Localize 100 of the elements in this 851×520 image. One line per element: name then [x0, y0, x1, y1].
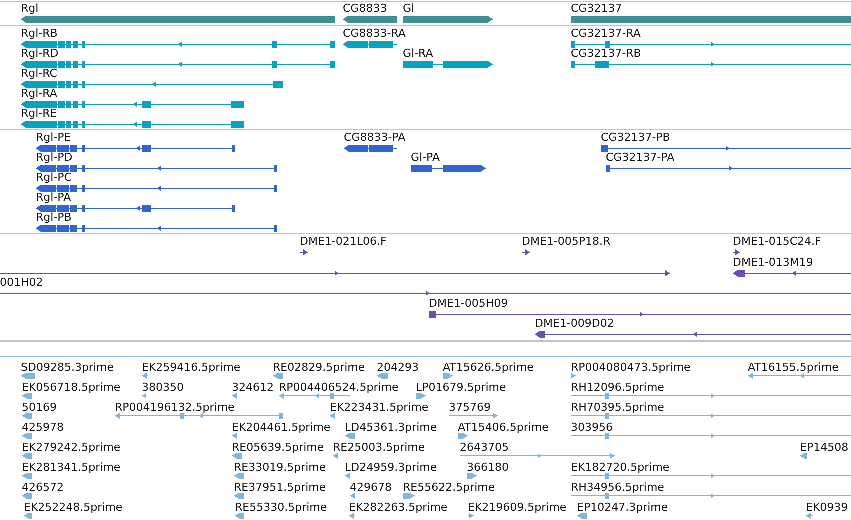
est-glyph[interactable] [234, 493, 244, 499]
feature-label: 429678 [350, 482, 392, 494]
protein-glyph[interactable] [344, 145, 397, 152]
feature-label: RP004406524.5prime [279, 382, 399, 394]
est-glyph[interactable] [748, 373, 851, 379]
feature-label: CG32137-PB [601, 132, 670, 144]
protein-glyph[interactable] [36, 165, 277, 172]
est-glyph[interactable] [21, 373, 35, 379]
est-glyph[interactable] [403, 493, 415, 499]
est-glyph[interactable] [333, 453, 338, 459]
protein-glyph[interactable] [411, 165, 486, 172]
est-glyph[interactable] [460, 453, 615, 459]
est-glyph[interactable] [142, 373, 148, 379]
feature-label: CG8833 [343, 3, 388, 15]
est-glyph[interactable] [22, 473, 32, 479]
est-glyph[interactable] [443, 373, 453, 379]
clone-glyph[interactable] [300, 249, 308, 256]
est-glyph[interactable] [571, 373, 576, 379]
est-glyph[interactable] [232, 453, 242, 459]
protein-glyph[interactable] [36, 205, 235, 212]
gene-bar[interactable] [343, 16, 397, 23]
transcript-glyph[interactable] [21, 121, 244, 128]
clone-glyph[interactable] [522, 249, 530, 256]
transcript-glyph[interactable] [343, 41, 397, 48]
est-glyph[interactable] [458, 433, 468, 439]
feature-label: DME1-015C24.F [733, 236, 822, 248]
gene-bar[interactable] [403, 16, 493, 23]
transcript-glyph[interactable] [21, 41, 335, 48]
clone-glyph[interactable] [535, 331, 851, 338]
transcript-glyph[interactable] [403, 61, 493, 68]
clone-glyph[interactable] [429, 310, 851, 318]
est-glyph[interactable] [234, 473, 244, 479]
est-glyph[interactable] [806, 513, 813, 519]
est-glyph[interactable] [345, 433, 355, 439]
clone-glyph[interactable] [733, 249, 740, 256]
feature-label: 303956 [571, 422, 613, 434]
est-glyph[interactable] [467, 473, 477, 479]
feature-label: EK252248.5prime [24, 502, 123, 514]
est-glyph[interactable] [232, 393, 237, 399]
transcript-glyph[interactable] [21, 101, 244, 108]
est-glyph[interactable] [468, 513, 474, 519]
protein-glyph[interactable] [601, 145, 851, 152]
feature-label: 375769 [449, 402, 491, 414]
feature-label: CG32137-RB [571, 48, 642, 60]
est-glyph[interactable] [22, 413, 32, 419]
est-glyph[interactable] [350, 493, 355, 499]
protein-glyph[interactable] [36, 225, 277, 232]
est-glyph[interactable] [24, 513, 32, 519]
feature-label: 366180 [467, 462, 509, 474]
est-glyph[interactable] [22, 453, 32, 459]
clone-glyph[interactable] [0, 270, 670, 276]
feature-label: RE37951.5prime [234, 482, 326, 494]
transcript-glyph[interactable] [571, 41, 851, 48]
est-glyph[interactable] [22, 433, 32, 439]
clone-glyph[interactable] [0, 290, 851, 297]
est-glyph[interactable] [571, 433, 851, 439]
est-glyph[interactable] [279, 393, 350, 399]
feature-label: CG8833-PA [344, 132, 406, 144]
protein-glyph[interactable] [36, 145, 235, 152]
est-glyph[interactable] [571, 393, 851, 399]
feature-label: AT15626.5prime [443, 362, 534, 374]
est-glyph[interactable] [142, 393, 146, 399]
feature-label: CG32137-PA [606, 152, 675, 164]
est-glyph[interactable] [800, 453, 807, 459]
est-glyph[interactable] [449, 413, 498, 419]
est-glyph[interactable] [235, 513, 244, 519]
est-glyph[interactable] [349, 513, 355, 519]
est-glyph[interactable] [115, 413, 283, 419]
est-glyph[interactable] [273, 373, 283, 379]
feature-label: AT16155.5prime [748, 362, 839, 374]
est-glyph[interactable] [22, 493, 32, 499]
feature-label: EK282263.5prime [349, 502, 448, 514]
feature-label: EP10247.3prime [577, 502, 668, 514]
transcript-glyph[interactable] [21, 81, 283, 88]
est-glyph[interactable] [232, 433, 237, 439]
protein-glyph[interactable] [606, 165, 851, 172]
est-glyph[interactable] [571, 473, 851, 479]
feature-label: RH70395.5prime [571, 402, 664, 414]
feature-label: CG8833-RA [343, 28, 406, 40]
est-glyph[interactable] [345, 473, 350, 479]
feature-label: Gl-PA [411, 152, 440, 164]
feature-label: 425978 [22, 422, 64, 434]
feature-label: Rgl-RE [21, 108, 58, 120]
transcript-glyph[interactable] [571, 61, 851, 68]
est-glyph[interactable] [22, 393, 32, 399]
transcript-glyph[interactable] [21, 61, 335, 68]
est-glyph[interactable] [577, 513, 587, 519]
feature-label: RE55622.5prime [403, 482, 496, 494]
protein-glyph[interactable] [36, 185, 277, 192]
feature-label: EK182720.5prime [571, 462, 670, 474]
feature-label: EK279242.5prime [22, 442, 121, 454]
est-glyph[interactable] [330, 413, 335, 419]
est-glyph[interactable] [377, 373, 388, 379]
feature-label: RH34956.5prime [571, 482, 664, 494]
feature-label: EK056718.5prime [22, 382, 121, 394]
est-glyph[interactable] [571, 413, 851, 419]
clone-glyph[interactable] [733, 270, 851, 276]
est-glyph[interactable] [416, 393, 426, 399]
est-glyph[interactable] [571, 493, 851, 499]
feature-label: 380350 [142, 382, 184, 394]
